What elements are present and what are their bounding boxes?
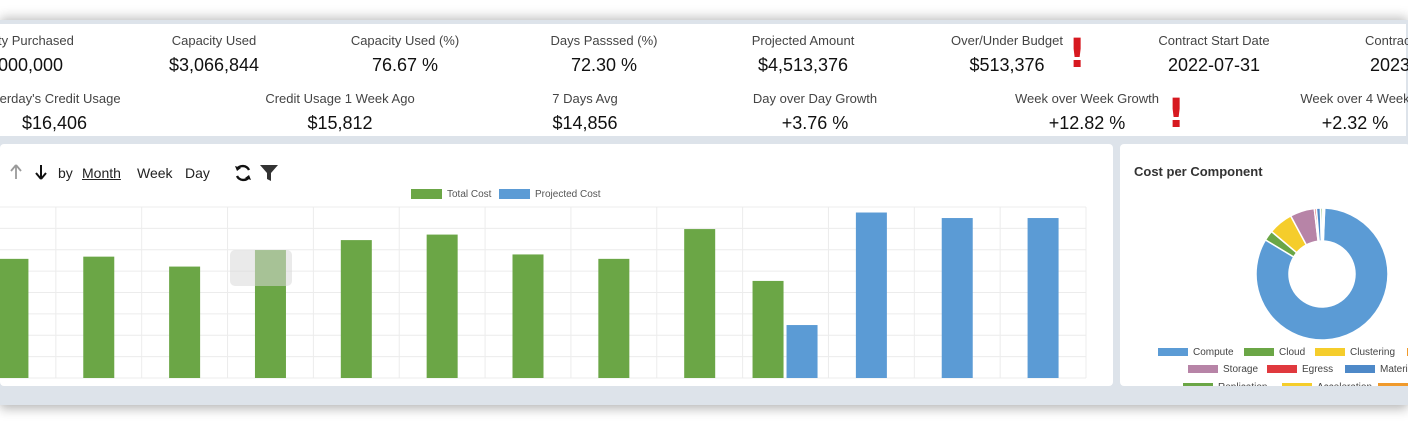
bar-projected-cost[interactable]: [786, 325, 818, 378]
kpi-value: $4,513,376: [757, 55, 849, 75]
kpi-contract-start-date: Contract Start Date 2022-07-31: [1146, 33, 1282, 76]
donut-legend-swatch: [1267, 365, 1297, 373]
bar-total-cost[interactable]: [83, 256, 115, 378]
bar-total-cost[interactable]: [426, 234, 458, 378]
bar-projected-cost[interactable]: [855, 212, 887, 378]
tooltip-ghost: [230, 250, 292, 286]
kpi-value: 2022-07-31: [1167, 55, 1261, 75]
donut-legend-label: Acceleration: [1317, 382, 1372, 386]
cost-per-component-card: Cost per Component Compute Cloud Clusterin…: [1120, 144, 1408, 386]
kpi-label: Projected Amount: [751, 33, 855, 48]
kpi-value: $513,376: [969, 55, 1045, 75]
bar-total-cost[interactable]: [340, 240, 372, 378]
bar-projected-cost[interactable]: [941, 218, 973, 378]
donut-legend-swatch: [1188, 365, 1218, 373]
kpi-label: Contrac: [1365, 33, 1408, 48]
alert-icon: !: [1068, 31, 1087, 77]
kpi-label: Days Passsed (%): [550, 33, 658, 48]
donut-legend-swatch: [1183, 383, 1213, 386]
kpi-value: $16,406: [22, 113, 88, 133]
kpi-label: ty Purchased: [0, 33, 74, 48]
bar-total-cost[interactable]: [752, 280, 784, 378]
donut-legend-label: Replication: [1218, 382, 1267, 386]
legend-swatch: [411, 189, 442, 199]
donut-legend-swatch: [1158, 348, 1188, 356]
kpi-7-days-avg: 7 Days Avg $14,856: [540, 91, 630, 134]
bar-total-cost[interactable]: [598, 258, 630, 378]
kpi-label: Capacity Used: [171, 33, 257, 48]
kpi-over-under-budget: Over/Under Budget $513,376: [940, 33, 1074, 76]
kpi-value: $3,066,844: [168, 55, 260, 75]
kpi-value: 2023: [1370, 55, 1408, 75]
alert-icon: !: [1167, 91, 1186, 137]
donut-legend-label: Cloud: [1279, 347, 1305, 358]
legend-label: Projected Cost: [535, 189, 601, 200]
kpi-panel: ty Purchased 000,000 Capacity Used $3,06…: [0, 24, 1408, 137]
kpi-capacity-purchased: ty Purchased 000,000: [0, 33, 74, 76]
kpi-value: $14,856: [552, 113, 618, 133]
cost-bar-chart: Total CostProjected Cost2022072022082022…: [0, 189, 1087, 379]
bar-projected-cost[interactable]: [1027, 218, 1059, 378]
kpi-value: +12.82 %: [1048, 113, 1126, 133]
kpi-days-passed: Days Passsed (%) 72.30 %: [540, 33, 668, 76]
kpi-value: 000,000: [0, 55, 64, 75]
kpi-day-over-day-growth: Day over Day Growth +3.76 %: [745, 91, 885, 134]
kpi-label: Contract Start Date: [1158, 33, 1270, 48]
kpi-label: Day over Day Growth: [752, 91, 878, 106]
cost-chart-card: by Month Week Day Total Cost Projected Co…: [0, 144, 1113, 386]
kpi-label: Over/Under Budget: [950, 33, 1063, 48]
kpi-value: 76.67 %: [371, 55, 439, 75]
kpi-projected-amount: Projected Amount $4,513,376: [738, 33, 868, 76]
donut-legend-swatch: [1244, 348, 1274, 356]
kpi-credit-usage-1-week-ago: Credit Usage 1 Week Ago $15,812: [250, 91, 430, 134]
donut-legend-swatch: [1345, 365, 1375, 373]
kpi-value: +2.32 %: [1321, 113, 1389, 133]
kpi-capacity-used-pct: Capacity Used (%) 76.67 %: [340, 33, 470, 76]
cost-per-component-donut: Compute Cloud Clustering Storage Egress Mater…: [1158, 207, 1408, 386]
donut-legend-label: Clustering: [1350, 347, 1395, 358]
donut-legend-label: Compute: [1193, 347, 1234, 358]
donut-legend-label: Materi: [1380, 364, 1408, 375]
donut-legend-label: Storage: [1223, 364, 1258, 375]
bar-total-cost[interactable]: [0, 258, 29, 378]
dashboard-frame: ty Purchased 000,000 Capacity Used $3,06…: [0, 20, 1408, 405]
kpi-value: 72.30 %: [570, 55, 638, 75]
kpi-label: Week over 4 Week: [1300, 91, 1408, 106]
kpi-label: Capacity Used (%): [350, 33, 460, 48]
bar-total-cost[interactable]: [684, 229, 716, 378]
kpi-week-over-4-week: Week over 4 Week +2.32 %: [1290, 91, 1408, 134]
donut-legend-swatch: [1282, 383, 1312, 386]
kpi-capacity-used: Capacity Used $3,066,844: [158, 33, 270, 76]
kpi-label: terday's Credit Usage: [0, 91, 121, 106]
donut-legend-swatch: [1378, 383, 1408, 386]
kpi-week-over-week-growth: Week over Week Growth +12.82 %: [1008, 91, 1166, 134]
donut-legend-label: Egress: [1302, 364, 1333, 375]
kpi-label: Week over Week Growth: [1014, 91, 1159, 106]
donut-legend-swatch: [1315, 348, 1345, 356]
legend-label: Total Cost: [447, 189, 492, 200]
kpi-contract-end-date: Contrac 2023: [1365, 33, 1408, 76]
bar-total-cost[interactable]: [512, 254, 544, 378]
kpi-value: +3.76 %: [781, 113, 849, 133]
kpi-value: $15,812: [307, 113, 373, 133]
kpi-label: 7 Days Avg: [552, 91, 618, 106]
kpi-label: Credit Usage 1 Week Ago: [265, 91, 415, 106]
legend-swatch: [499, 189, 530, 199]
kpi-yesterday-credit-usage: terday's Credit Usage $16,406: [0, 91, 121, 134]
bar-total-cost[interactable]: [169, 266, 201, 378]
